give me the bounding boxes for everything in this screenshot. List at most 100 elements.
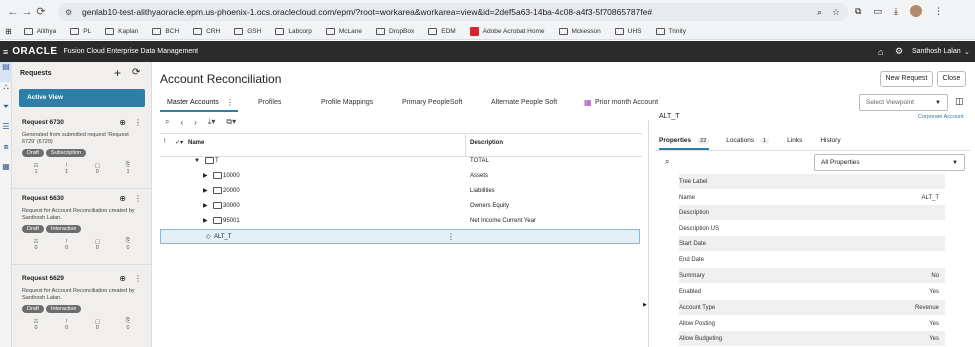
new-request-button[interactable]: New Request	[880, 71, 933, 87]
filter-icon[interactable]: ⏷	[0, 102, 12, 122]
list-icon[interactable]: ☰	[0, 122, 12, 142]
hierarchy-icon[interactable]: ⛬	[0, 82, 12, 102]
tab-profile-mappings[interactable]: Profile Mappings	[321, 99, 373, 106]
chevron-left-icon[interactable]: ‹	[180, 118, 183, 127]
bookmark-star-icon[interactable]: ☆	[832, 7, 840, 18]
corporate-account-link[interactable]: Corporate Account	[918, 114, 964, 120]
header-expand-icon[interactable]: ▾	[180, 139, 183, 146]
request-card[interactable]: Request 6630 ⊕ ⋮ Request for Account Reco…	[12, 190, 152, 265]
property-row[interactable]: End Date	[679, 252, 945, 267]
bookmark-crh[interactable]: CRH	[193, 28, 220, 35]
expand-icon[interactable]: ▶	[203, 172, 208, 179]
download-icon[interactable]: ⤓	[894, 6, 898, 17]
bookmark-dropbox[interactable]: DropBox	[375, 28, 414, 35]
request-card[interactable]: Request 6629 ⊕ ⋮ Request for Account Reco…	[12, 270, 152, 347]
tree-row[interactable]: ▼ T TOTAL	[160, 153, 640, 168]
download-icon[interactable]: ⤓▾	[208, 117, 216, 127]
property-row[interactable]: Summary No	[679, 268, 945, 283]
property-row[interactable]: Tree Label	[679, 174, 945, 189]
tab-prior-month-account[interactable]: Prior month Account	[595, 99, 658, 106]
chevron-right-icon[interactable]: ›	[194, 118, 197, 127]
user-name[interactable]: Santhosh Lalan	[912, 48, 961, 55]
bookmark-alithya[interactable]: Alithya	[23, 28, 56, 35]
bookmark-trinity[interactable]: Trinity	[655, 28, 686, 35]
panel-splitter[interactable]	[648, 120, 649, 347]
tab-search-icon[interactable]: ▭	[873, 6, 882, 17]
column-header-name[interactable]: Name	[188, 140, 204, 146]
bookmark-gsh[interactable]: GSH	[234, 28, 261, 35]
row-actions-icon[interactable]: ⋮	[447, 232, 455, 241]
tab-menu-icon[interactable]: ⋮	[226, 98, 234, 107]
more-icon[interactable]: ⋮	[134, 274, 142, 283]
property-row[interactable]: Description US	[679, 221, 945, 236]
expand-icon[interactable]: ▶	[203, 187, 208, 194]
hamburger-icon[interactable]: ≡	[3, 47, 8, 57]
forward-icon[interactable]: →	[20, 6, 34, 18]
property-row[interactable]: Start Date	[679, 236, 945, 251]
active-view-button[interactable]: Active View	[19, 89, 145, 107]
column-header-description[interactable]: Description	[470, 140, 503, 146]
reload-icon[interactable]: ⟳	[34, 5, 48, 18]
property-row[interactable]: Allow Budgeting Yes	[679, 331, 945, 346]
expand-icon[interactable]: ▶	[203, 202, 208, 209]
hierarchy-action-icon[interactable]: ⧉▾	[226, 117, 236, 127]
more-icon[interactable]: ⋮	[134, 194, 142, 203]
apps-icon[interactable]: ⊞	[5, 27, 12, 36]
bookmark-bch[interactable]: BCH	[152, 28, 179, 35]
tree-row-selected[interactable]: ◇ ALT_T ⋮	[160, 229, 640, 244]
tab-properties[interactable]: Properties	[659, 137, 691, 144]
viewpoint-select[interactable]: Select Viewpoint ▼	[859, 94, 948, 111]
tab-master-accounts[interactable]: Master Accounts	[167, 99, 219, 106]
property-row[interactable]: Allow Posting Yes	[679, 316, 945, 331]
bookmark-mclane[interactable]: McLane	[325, 28, 362, 35]
home-icon[interactable]: ⌂	[878, 47, 883, 57]
extensions-icon[interactable]: ⧉	[855, 6, 861, 17]
property-search-icon[interactable]: ⌕	[665, 157, 669, 167]
compare-icon[interactable]: ⧈	[0, 142, 12, 162]
tab-locations[interactable]: Locations	[726, 137, 754, 144]
bookmark-labcorp[interactable]: Labcorp	[275, 28, 312, 35]
close-button[interactable]: Close	[937, 71, 966, 87]
property-row[interactable]: Description	[679, 205, 945, 220]
split-view-icon[interactable]: ◫	[955, 96, 964, 107]
property-row[interactable]: Account Type Revenue	[679, 300, 945, 315]
profile-avatar[interactable]	[909, 5, 922, 17]
collapse-panel-icon[interactable]: ▶	[643, 302, 647, 308]
back-icon[interactable]: ←	[6, 6, 20, 18]
bookmark-pl[interactable]: PL	[70, 28, 91, 35]
requests-icon[interactable]: ▤	[0, 62, 12, 82]
bookmark-mckesson[interactable]: Mckesson	[558, 28, 601, 35]
collapse-icon[interactable]: ▼	[194, 158, 200, 164]
tab-history[interactable]: History	[820, 137, 840, 144]
bookmark-adobe[interactable]: Adobe Acrobat Home	[469, 27, 545, 36]
search-icon[interactable]: ⌕	[165, 117, 169, 127]
submit-icon[interactable]: ⊕	[119, 118, 126, 127]
request-card[interactable]: Request 6730 ⊕ ⋮ Generated from submitted…	[12, 114, 152, 189]
more-icon[interactable]: ⋮	[134, 118, 142, 127]
bookmark-kaplan[interactable]: Kaplan	[105, 28, 138, 35]
site-info-icon[interactable]: ⚙	[65, 8, 72, 17]
tree-row[interactable]: ▶ 20000 Liabilities	[160, 183, 640, 198]
tab-primary-peoplesoft[interactable]: Primary PeopleSoft	[402, 99, 462, 106]
tab-alternate-people-soft[interactable]: Alternate People Soft	[491, 99, 557, 106]
clipboard-icon[interactable]: ▦	[0, 162, 12, 182]
tree-row[interactable]: ▶ 10000 Assets	[160, 168, 640, 183]
settings-icon[interactable]: ⚙	[895, 46, 903, 57]
tree-row[interactable]: ▶ 95001 Net Income Current Year	[160, 213, 640, 228]
chevron-down-icon[interactable]: ⌄	[964, 48, 970, 56]
property-filter-select[interactable]: All Properties ▼	[814, 154, 965, 171]
tab-links[interactable]: Links	[787, 137, 802, 144]
property-row[interactable]: Name ALT_T	[679, 190, 945, 205]
submit-icon[interactable]: ⊕	[119, 194, 126, 203]
tree-row[interactable]: ▶ 30000 Owners Equity	[160, 198, 640, 213]
zoom-icon[interactable]: ⌕	[817, 7, 822, 18]
url-bar[interactable]: ⚙ genlab10-test-alithyaoracle.epm.us-pho…	[58, 3, 848, 21]
submit-icon[interactable]: ⊕	[119, 274, 126, 283]
bookmark-edm[interactable]: EDM	[428, 28, 456, 35]
bookmark-uhs[interactable]: UHS	[614, 28, 642, 35]
property-row[interactable]: Enabled Yes	[679, 284, 945, 299]
tab-profiles[interactable]: Profiles	[258, 99, 281, 106]
add-request-icon[interactable]: +	[114, 66, 121, 80]
chrome-menu-icon[interactable]: ⋮	[934, 6, 943, 17]
expand-icon[interactable]: ▶	[203, 217, 208, 224]
